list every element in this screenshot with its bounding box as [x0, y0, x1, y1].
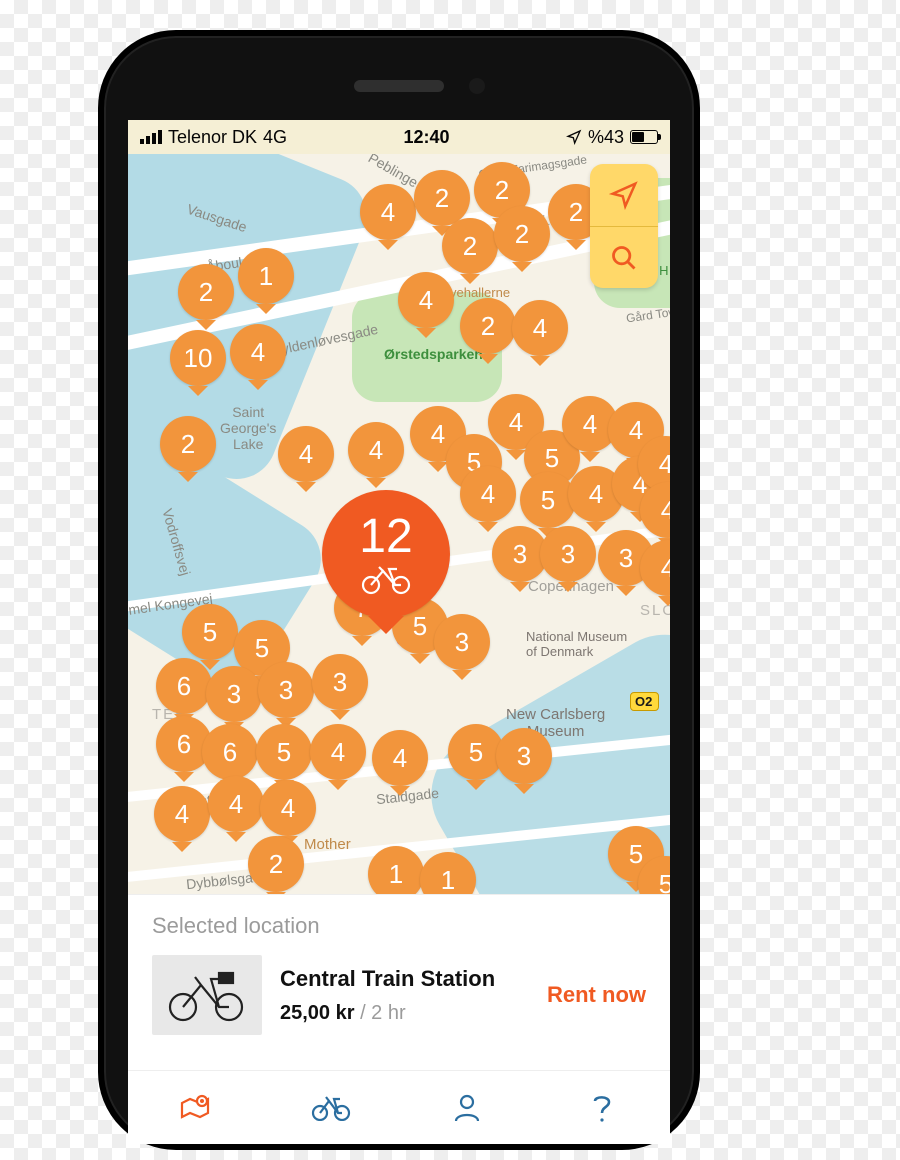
- tab-bikes[interactable]: [264, 1071, 400, 1144]
- signal-icon: [140, 130, 162, 144]
- battery-icon: [630, 130, 658, 144]
- station-pin[interactable]: 4: [360, 184, 416, 240]
- location-icon: [566, 129, 582, 145]
- station-pin[interactable]: 4: [372, 730, 428, 786]
- station-pin[interactable]: 2: [160, 416, 216, 472]
- station-pin[interactable]: 4: [230, 324, 286, 380]
- station-pin[interactable]: 5: [520, 472, 576, 528]
- phone-speaker: [354, 80, 444, 92]
- search-button[interactable]: [590, 226, 658, 288]
- carrier-label: Telenor DK: [168, 127, 257, 148]
- map-view[interactable]: Saint George's Lake Ørstedsparken Åboule…: [128, 154, 670, 894]
- station-pin[interactable]: 3: [312, 654, 368, 710]
- station-pin[interactable]: 2: [414, 170, 470, 226]
- station-pin[interactable]: 3: [540, 526, 596, 582]
- tab-bar: [128, 1070, 670, 1144]
- battery-pct-label: %43: [588, 127, 624, 148]
- station-pin[interactable]: 4: [208, 776, 264, 832]
- bottom-sheet: Selected location Central Train Station …: [128, 894, 670, 1144]
- selected-station-pin[interactable]: 12: [322, 490, 450, 618]
- station-pin[interactable]: 3: [496, 728, 552, 784]
- station-pin[interactable]: 4: [260, 780, 316, 836]
- locate-me-button[interactable]: [590, 164, 658, 226]
- station-pin[interactable]: 4: [278, 426, 334, 482]
- station-pin[interactable]: 6: [202, 724, 258, 780]
- tab-map[interactable]: [128, 1071, 264, 1144]
- map-badge-o2-2: O2: [630, 692, 659, 711]
- phone-frame: Telenor DK 4G 12:40 %43: [98, 30, 700, 1150]
- station-pin[interactable]: 2: [494, 206, 550, 262]
- station-pin[interactable]: 2: [442, 218, 498, 274]
- station-pin[interactable]: 3: [206, 666, 262, 722]
- station-pin[interactable]: 2: [460, 298, 516, 354]
- selected-location-row[interactable]: Central Train Station 25,00 kr / 2 hr Re…: [128, 951, 670, 1035]
- station-pin[interactable]: 3: [258, 662, 314, 718]
- status-bar: Telenor DK 4G 12:40 %43: [128, 120, 670, 154]
- station-pin[interactable]: 4: [310, 724, 366, 780]
- station-pin[interactable]: 4: [460, 466, 516, 522]
- station-pin[interactable]: 2: [248, 836, 304, 892]
- map-label-park: Ørstedsparken: [384, 346, 483, 362]
- station-price: 25,00 kr: [280, 1002, 355, 1024]
- map-poi-mother: Mother: [304, 836, 351, 853]
- station-title: Central Train Station: [280, 966, 529, 992]
- tab-help[interactable]: [535, 1071, 671, 1144]
- map-poi-natmuseum: National Museum of Denmark: [526, 630, 627, 660]
- selected-pin-count: 12: [359, 513, 412, 561]
- bike-icon: [359, 565, 413, 595]
- bike-thumbnail: [152, 955, 262, 1035]
- station-pin[interactable]: 3: [434, 614, 490, 670]
- rent-now-button[interactable]: Rent now: [547, 982, 646, 1008]
- clock-label: 12:40: [403, 127, 449, 148]
- network-label: 4G: [263, 127, 287, 148]
- selected-location-heading: Selected location: [128, 895, 670, 951]
- phone-camera: [469, 78, 485, 94]
- station-pin[interactable]: 4: [154, 786, 210, 842]
- app-screen: Telenor DK 4G 12:40 %43: [128, 120, 670, 1144]
- station-pin[interactable]: 4: [512, 300, 568, 356]
- station-pin[interactable]: 2: [178, 264, 234, 320]
- station-pin[interactable]: 4: [348, 422, 404, 478]
- station-rate: / 2 hr: [355, 1002, 406, 1024]
- station-pin[interactable]: 1: [368, 846, 424, 894]
- station-pin[interactable]: 10: [170, 330, 226, 386]
- station-pin[interactable]: 5: [182, 604, 238, 660]
- station-pin[interactable]: 1: [238, 248, 294, 304]
- station-pin[interactable]: 5: [256, 724, 312, 780]
- map-label-lake: Saint George's Lake: [220, 404, 276, 452]
- map-tools: [590, 164, 658, 288]
- station-pin[interactable]: 6: [156, 658, 212, 714]
- tab-profile[interactable]: [399, 1071, 535, 1144]
- station-pin[interactable]: 4: [398, 272, 454, 328]
